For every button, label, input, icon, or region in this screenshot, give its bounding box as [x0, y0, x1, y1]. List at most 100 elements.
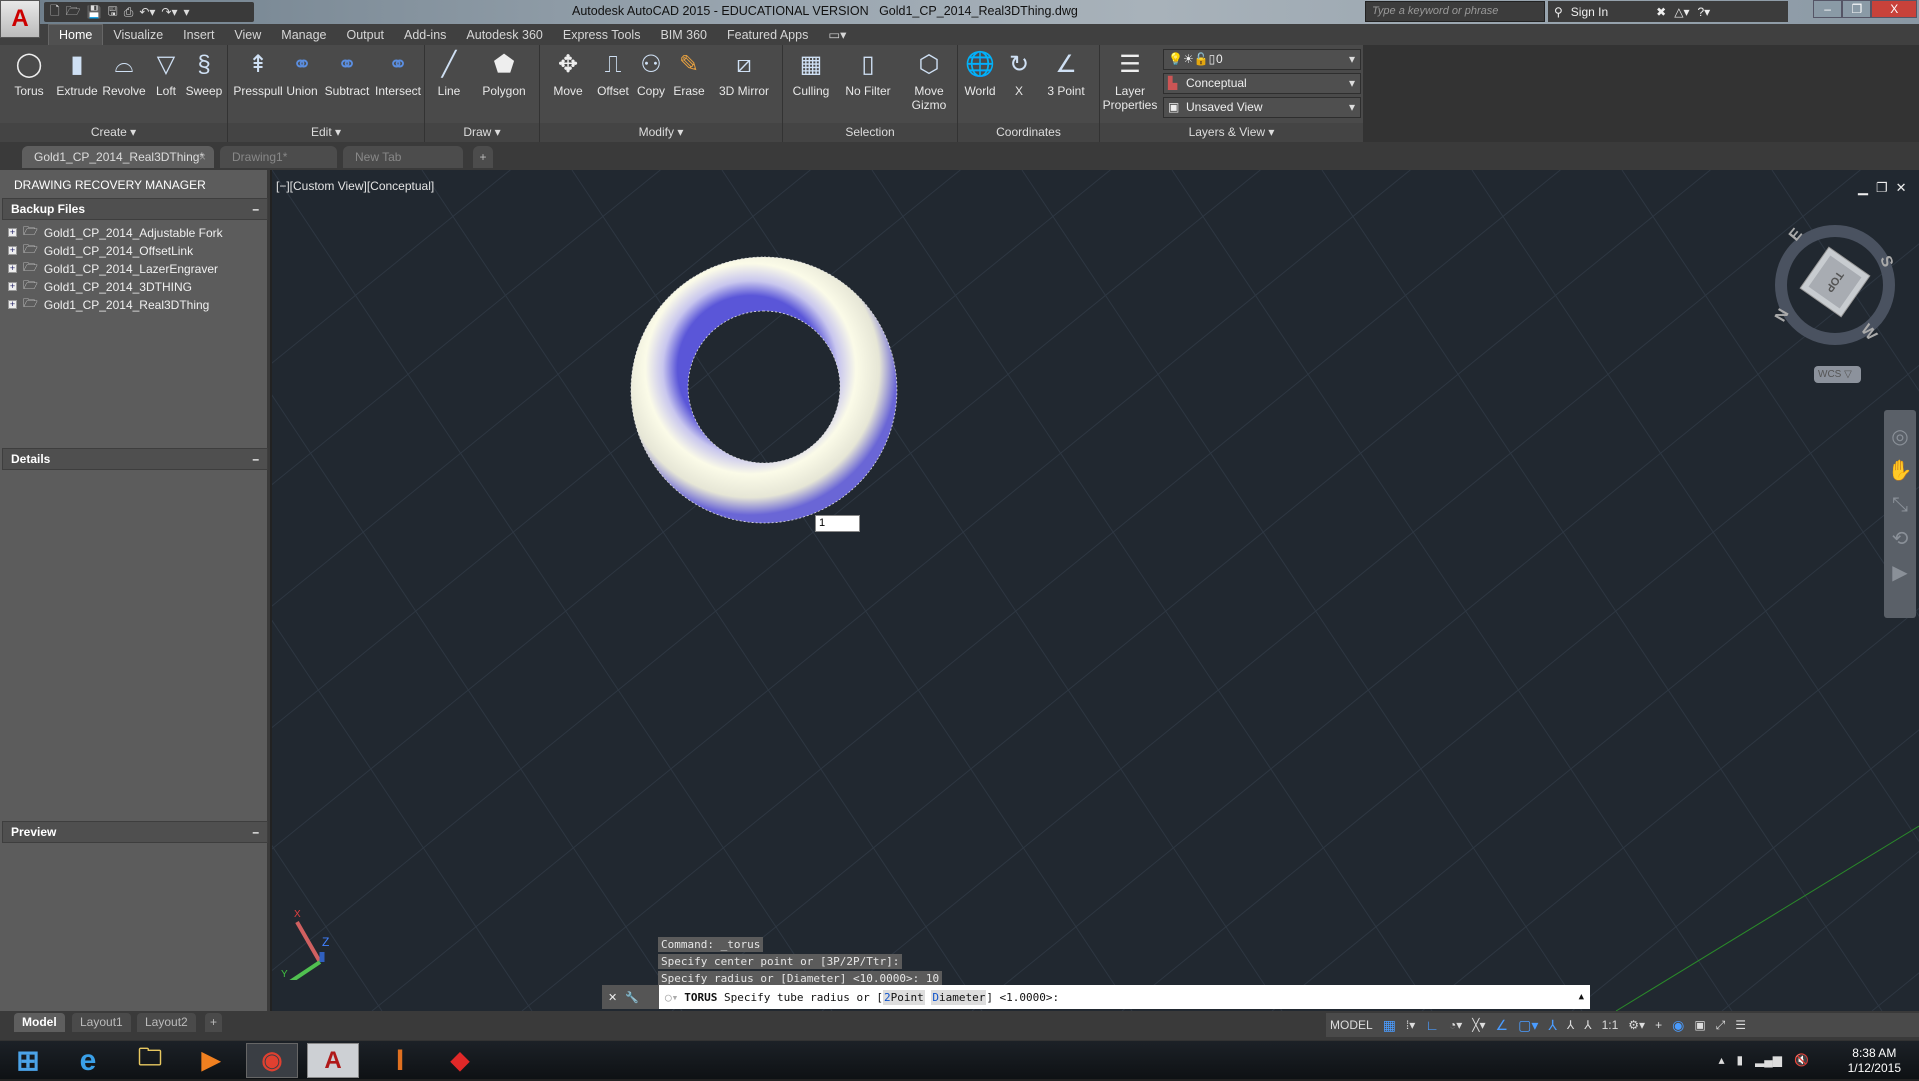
- annotation-visibility-icon[interactable]: ⅄: [1548, 1017, 1557, 1034]
- annotation-monitor-icon[interactable]: +: [1655, 1018, 1662, 1032]
- zoom-extents-icon[interactable]: ⤡: [1884, 488, 1916, 522]
- tray-expand-icon[interactable]: ▴: [1718, 1053, 1724, 1067]
- viewport-restore-icon[interactable]: ❐: [1876, 180, 1888, 196]
- layer-properties-button[interactable]: ☰ Layer Properties: [1102, 50, 1158, 112]
- clock[interactable]: 8:38 AM 1/12/2015: [1848, 1046, 1901, 1076]
- tab-view[interactable]: View: [224, 25, 271, 45]
- tab-manage[interactable]: Manage: [271, 25, 336, 45]
- wcs-menu[interactable]: WCS ▽: [1814, 366, 1861, 383]
- isodraft-icon[interactable]: ╳▾: [1472, 1018, 1485, 1032]
- customize-icon[interactable]: ▾: [184, 5, 190, 19]
- expand-icon[interactable]: +: [8, 264, 17, 273]
- annotation-scale[interactable]: 1:1: [1602, 1018, 1619, 1032]
- save-icon[interactable]: 💾: [87, 5, 102, 19]
- collapse-icon[interactable]: –: [252, 199, 259, 219]
- grid-icon[interactable]: ▦: [1383, 1017, 1396, 1034]
- undo-icon[interactable]: ↶▾: [139, 5, 155, 19]
- tab-home[interactable]: Home: [48, 24, 104, 45]
- option-2point[interactable]: 2Point: [882, 989, 925, 1005]
- open-icon[interactable]: 🗁: [66, 2, 81, 23]
- sign-in-button[interactable]: Sign In: [1571, 5, 1608, 19]
- annotation-scale-icon[interactable]: ⅄: [1584, 1018, 1591, 1032]
- visual-style-dropdown[interactable]: ▙ Conceptual: [1163, 73, 1361, 94]
- panel-layers-view-label[interactable]: Layers & View ▾: [1100, 123, 1363, 142]
- chrome-icon[interactable]: ◉: [246, 1043, 298, 1078]
- tab-bim-360[interactable]: BIM 360: [650, 25, 717, 45]
- collapse-icon[interactable]: –: [252, 822, 259, 842]
- search-input[interactable]: Type a keyword or phrase: [1365, 1, 1545, 22]
- media-player-icon[interactable]: ▶: [185, 1043, 237, 1078]
- customize-wrench-icon[interactable]: 🔧: [625, 991, 639, 1004]
- torus-button[interactable]: ◯ Torus: [6, 50, 52, 98]
- 3-point-ucs-button[interactable]: ∠ 3 Point: [1040, 50, 1092, 98]
- tab-featured-apps[interactable]: Featured Apps: [717, 25, 818, 45]
- autocad-taskbar-icon[interactable]: A: [307, 1043, 359, 1078]
- close-button[interactable]: X: [1871, 0, 1917, 18]
- clean-screen-icon[interactable]: ⤢: [1716, 1018, 1726, 1033]
- union-button[interactable]: ⚭ Union: [282, 50, 322, 98]
- application-menu-button[interactable]: A: [0, 0, 40, 38]
- expand-icon[interactable]: +: [8, 246, 17, 255]
- panel-draw-label[interactable]: Draw ▾: [425, 123, 539, 142]
- snap-icon[interactable]: ⁞▾: [1406, 1018, 1415, 1032]
- recent-commands-icon[interactable]: ◯▾: [665, 991, 678, 1004]
- presspull-button[interactable]: ⇞ Presspull: [232, 50, 284, 98]
- sweep-button[interactable]: § Sweep: [181, 50, 227, 98]
- no-filter-button[interactable]: ▯ No Filter: [841, 50, 895, 98]
- drawing-viewport[interactable]: [272, 170, 1919, 1011]
- restore-button[interactable]: ❐: [1842, 0, 1872, 18]
- file-explorer-icon[interactable]: 🗀: [124, 1043, 176, 1078]
- option-diameter[interactable]: Diameter: [931, 989, 987, 1005]
- showmotion-icon[interactable]: ▶: [1884, 556, 1916, 590]
- doc-tab-new-tab[interactable]: New Tab: [343, 146, 463, 168]
- named-view-dropdown[interactable]: ▣ Unsaved View: [1163, 97, 1361, 118]
- doc-tab-drawing1[interactable]: Drawing1*: [220, 146, 337, 168]
- redo-icon[interactable]: ↷▾: [161, 5, 177, 19]
- panel-modify-label[interactable]: Modify ▾: [540, 123, 782, 142]
- command-line-grip[interactable]: ✕ 🔧: [602, 985, 659, 1009]
- viewcube[interactable]: TOP E S N W: [1770, 220, 1900, 350]
- exchange-icon[interactable]: ✖: [1656, 5, 1666, 19]
- tab-autodesk-360[interactable]: Autodesk 360: [456, 25, 552, 45]
- revolve-button[interactable]: ⌓ Revolve: [101, 50, 147, 98]
- close-tab-icon[interactable]: ×: [199, 146, 206, 168]
- start-button[interactable]: ⊞: [2, 1043, 54, 1078]
- details-header[interactable]: Details –: [2, 448, 268, 470]
- tab-add-ins[interactable]: Add-ins: [394, 25, 456, 45]
- help-icon[interactable]: ?▾: [1697, 5, 1710, 19]
- save-as-icon[interactable]: 🖫: [108, 2, 118, 23]
- add-tab-button[interactable]: +: [473, 146, 493, 168]
- backup-file-item[interactable]: + 🗁 Gold1_CP_2014_Real3DThing: [8, 294, 209, 315]
- inventor-icon[interactable]: I: [374, 1043, 426, 1078]
- polar-icon[interactable]: ◔▾: [1449, 1018, 1462, 1032]
- internet-explorer-icon[interactable]: e: [62, 1043, 114, 1078]
- object-snap-tracking-icon[interactable]: ∠: [1496, 1017, 1509, 1034]
- steering-wheel-icon[interactable]: ◎: [1884, 420, 1916, 454]
- ribbon-toggle-icon[interactable]: ▭▾: [818, 24, 856, 45]
- line-button[interactable]: ╱ Line: [426, 50, 472, 98]
- command-history-toggle-icon[interactable]: ▲: [1579, 992, 1584, 1002]
- panel-edit-label[interactable]: Edit ▾: [228, 123, 424, 142]
- preview-header[interactable]: Preview –: [2, 821, 268, 843]
- panel-create-label[interactable]: Create ▾: [0, 123, 227, 142]
- command-line[interactable]: ✕ 🔧 ◯▾ TORUS Specify tube radius or [2Poi…: [602, 985, 1590, 1009]
- culling-button[interactable]: ▦ Culling: [788, 50, 834, 98]
- workspace-gear-icon[interactable]: ⚙▾: [1628, 1018, 1645, 1032]
- viewport-minimize-icon[interactable]: ▁: [1858, 180, 1868, 196]
- tab-visualize[interactable]: Visualize: [103, 25, 173, 45]
- panel-coordinates-label[interactable]: Coordinates: [958, 123, 1099, 142]
- tab-model[interactable]: Model: [14, 1013, 65, 1032]
- tab-insert[interactable]: Insert: [173, 25, 224, 45]
- tab-output[interactable]: Output: [336, 25, 394, 45]
- object-snap-icon[interactable]: ▢▾: [1518, 1017, 1538, 1034]
- sketchup-icon[interactable]: ◆: [434, 1043, 486, 1078]
- polygon-button[interactable]: ⬟ Polygon: [478, 50, 530, 98]
- auto-scale-icon[interactable]: ⅄: [1567, 1018, 1574, 1032]
- pan-icon[interactable]: ✋: [1884, 454, 1916, 488]
- customization-menu-icon[interactable]: ☰: [1735, 1018, 1746, 1032]
- tab-layout2[interactable]: Layout2: [137, 1013, 196, 1032]
- ortho-icon[interactable]: ∟: [1425, 1017, 1439, 1033]
- add-layout-button[interactable]: +: [205, 1013, 223, 1032]
- minimize-button[interactable]: –: [1813, 0, 1843, 18]
- volume-icon[interactable]: 🔇: [1794, 1053, 1809, 1067]
